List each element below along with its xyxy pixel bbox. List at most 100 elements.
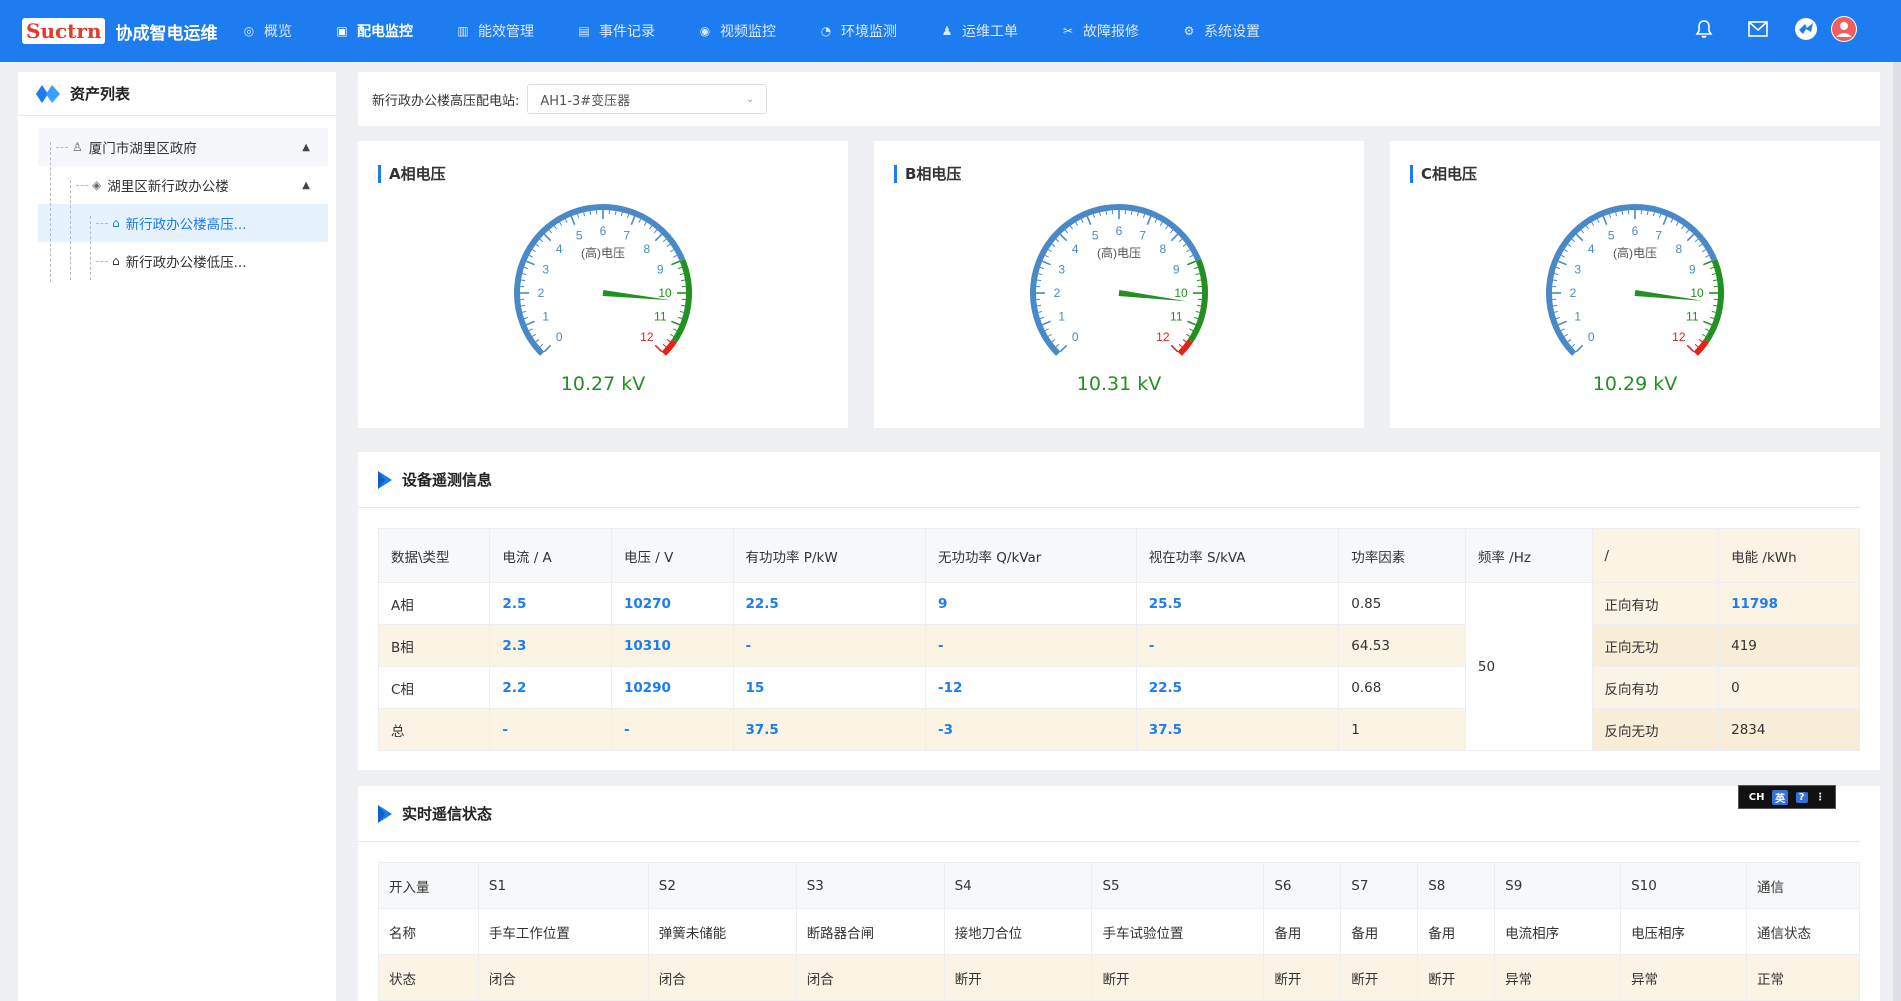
gauge-tick <box>583 212 586 217</box>
gauge-tick <box>680 304 686 307</box>
table-row: B相 2.3 10310- - -64.53 正向无功 419 <box>377 624 1860 667</box>
tree-node[interactable]: ♙ 厦门市湖里区政府 ▲ <box>38 128 328 166</box>
gauge-tick <box>673 328 678 332</box>
value-cell: -12 <box>924 666 1137 709</box>
user-avatar-icon[interactable] <box>1831 16 1857 42</box>
gauge-tick-label: 2 <box>538 286 545 300</box>
gauge-tick <box>671 320 680 326</box>
gauge-tick <box>1686 344 1695 353</box>
bell-icon[interactable] <box>1691 16 1717 42</box>
nav-item[interactable]: ♟ 运维工单 <box>940 21 1018 41</box>
chevron-up-icon[interactable]: ▲ <box>302 180 310 191</box>
gauge-tick <box>1712 279 1718 282</box>
gauge-tick <box>662 343 667 348</box>
telemetry-table: 数据\类型 电流 / A 电压 / V 有功功率 P/kW 无功功率 Q/kVar 视在功… <box>377 528 1860 751</box>
ime-lang[interactable]: CH <box>1749 792 1765 803</box>
gauge-tick <box>1711 273 1716 276</box>
gauge-tick <box>1064 229 1069 234</box>
page-scrollbar[interactable] <box>1893 62 1901 1001</box>
station-bar: 新行政办公楼高压配电站: AH1-3#变压器 ⌄ <box>358 72 1880 126</box>
gauge-band <box>671 258 692 343</box>
nav-item[interactable]: ✂ 故障报修 <box>1061 21 1139 41</box>
nav-item[interactable]: ▣ 配电监控 <box>335 21 413 41</box>
nav-item[interactable]: ◉ 视频监控 <box>698 21 776 41</box>
nav-item-label: 环境监测 <box>841 24 897 40</box>
gauge-tick-label: 11 <box>654 310 667 324</box>
tree-node[interactable]: ◈ 湖里区新行政办公楼 ▲ <box>38 166 328 204</box>
gauge-tick <box>528 328 533 332</box>
gauge-tick <box>1042 260 1051 266</box>
gauge-tick <box>1698 339 1703 343</box>
gauge-tick <box>1554 273 1559 276</box>
chevron-up-icon[interactable]: ▲ <box>302 142 310 153</box>
frequency-cell: 50 <box>1464 582 1593 751</box>
gauge-tick <box>1705 254 1710 258</box>
ime-menu-icon[interactable]: ⋮ <box>1815 792 1825 803</box>
column-header: 无功功率 Q/kVar <box>924 528 1137 583</box>
ime-toolbar[interactable]: CH 英 ? ⋮ <box>1738 785 1836 809</box>
gauge-tick <box>1662 216 1668 225</box>
gauge-tick-label: 12 <box>1156 330 1170 344</box>
energy-value-cell: 419 <box>1718 624 1860 667</box>
gear-icon: ⚙ <box>1183 24 1195 38</box>
row-label: 状态 <box>378 954 479 1001</box>
theme-icon[interactable] <box>1793 16 1819 42</box>
nav-item[interactable]: ▤ 事件记录 <box>577 21 655 41</box>
column-header: 电流 / A <box>489 528 612 583</box>
nav-item-label: 运维工单 <box>962 24 1018 40</box>
gauge-band <box>1703 258 1724 343</box>
gauge-tick <box>680 279 686 282</box>
gauge-tick <box>1558 320 1567 326</box>
transformer-select[interactable]: AH1-3#变压器 ⌄ <box>527 84 768 114</box>
nav-item[interactable]: ◎ 概览 <box>242 21 292 41</box>
gauge-tick-label: 4 <box>556 242 563 256</box>
gauge-tick <box>1585 225 1589 230</box>
gauge-tick-label: 9 <box>1173 262 1180 276</box>
gauge-tick <box>1189 254 1194 258</box>
gauge-tick <box>1069 225 1073 230</box>
power-factor-cell: 1 <box>1338 708 1466 751</box>
gauge-tick <box>1571 343 1576 348</box>
gauge-tick <box>1038 310 1043 313</box>
gauge-tick <box>1044 254 1049 258</box>
nav-item[interactable]: ◔ 环境监测 <box>819 21 897 41</box>
gauge-tick <box>1703 260 1712 266</box>
help-icon[interactable]: ? <box>1795 791 1808 803</box>
signal-cell: 手车试验位置 <box>1091 908 1265 955</box>
gauge-tick <box>1092 213 1096 219</box>
user-group-icon: ♙ <box>72 140 83 154</box>
gauge-tick <box>564 218 568 223</box>
signal-cell: 闭合 <box>647 954 797 1001</box>
energy-type-cell: 反向有功 <box>1591 666 1720 709</box>
signal-cell: S1 <box>477 862 649 909</box>
gauge-tick <box>679 273 684 276</box>
column-header: / <box>1591 528 1720 583</box>
gauge-tick <box>1165 225 1169 230</box>
app-logo[interactable]: Suctrn 协成智电运维 <box>22 18 232 44</box>
mail-icon[interactable] <box>1745 16 1771 42</box>
gauge-tick <box>630 216 636 225</box>
telemetry-section: 设备遥测信息 数据\类型 电流 / A 电压 / V 有功功率 P/kW 无功功率 Q/… <box>358 452 1880 770</box>
gauge-tick <box>543 233 552 242</box>
chevron-down-icon: ⌄ <box>746 93 755 105</box>
nav-item[interactable]: ⚙ 系统设置 <box>1182 21 1260 41</box>
gauge-tick <box>589 210 592 216</box>
value-cell: - <box>924 624 1137 667</box>
tree-node[interactable]: ⌂ 新行政办公楼高压... <box>38 204 328 242</box>
signal-cell: 正常 <box>1745 954 1861 1001</box>
column-header: 视在功率 S/kVA <box>1135 528 1340 583</box>
gauge-tick <box>1042 320 1051 326</box>
gauge-tick <box>654 344 663 353</box>
row-label: 开入量 <box>378 862 479 909</box>
tree-node[interactable]: ⌂ 新行政办公楼低压... <box>38 242 328 280</box>
ime-mode[interactable]: 英 <box>1772 789 1789 805</box>
gauge-tick <box>539 343 544 348</box>
nav-item[interactable]: ▥ 能效管理 <box>456 21 534 41</box>
signal-cell: 断开 <box>943 954 1093 1001</box>
top-navbar: Suctrn 协成智电运维 ◎ 概览 ▣ 配电监控 ▥ 能效管理 ▤ 事件记录 ◉ 视频监控 ◔ 环境… <box>0 0 1901 62</box>
power-factor-cell: 64.53 <box>1338 624 1466 667</box>
gauge-tick-label: 4 <box>1072 242 1079 256</box>
gauge-tick <box>1193 266 1199 270</box>
app-title: 协成智电运维 <box>115 23 218 44</box>
gauge-tick-label: 3 <box>1574 262 1581 276</box>
